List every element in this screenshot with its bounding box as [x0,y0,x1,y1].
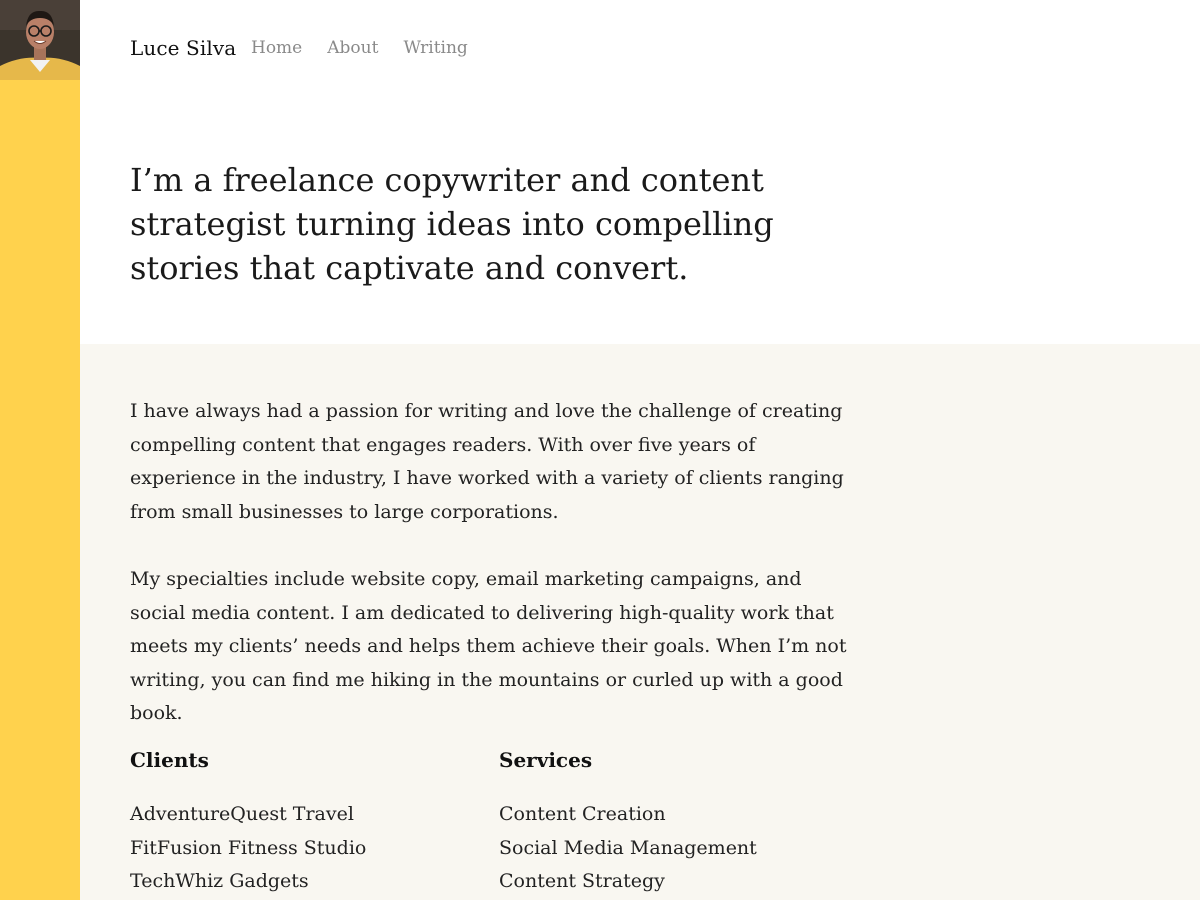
nav-link-writing[interactable]: Writing [403,38,467,58]
services-heading: Services [499,748,593,772]
about-paragraph-1: I have always had a passion for writing … [130,400,844,523]
nav-link-about[interactable]: About [327,38,378,58]
clients-heading: Clients [130,748,209,772]
site-brand-link[interactable]: Luce Silva [130,36,236,60]
nav-link-home[interactable]: Home [251,38,302,58]
list-item: AdventureQuest Travel [130,803,354,825]
avatar[interactable] [0,0,80,80]
about-paragraph-2: My specialties include website copy, ema… [130,568,847,724]
clients-column: Clients AdventureQuest Travel FitFusion … [130,744,460,899]
about-section: I have always had a passion for writing … [80,344,1200,900]
hero-headline: I’m a freelance copywriter and content s… [130,161,774,287]
side-rail [0,0,80,900]
site-header: Luce Silva Home About Writing [80,0,1200,98]
profile-photo-icon [0,0,80,80]
list-item: Content Creation [499,803,666,825]
page: Luce Silva Home About Writing I’m a free… [0,0,1200,900]
services-list: Content Creation Social Media Management… [499,798,829,899]
clients-list: AdventureQuest Travel FitFusion Fitness … [130,798,460,899]
list-item: FitFusion Fitness Studio [130,836,367,859]
services-column: Services Content Creation Social Media M… [499,744,829,899]
list-item: Social Media Management [499,836,757,859]
hero-section: I’m a freelance copywriter and content s… [80,98,1200,344]
list-item: Content Strategy [499,870,665,892]
list-item: TechWhiz Gadgets [130,870,309,892]
main-nav: Home About Writing [251,38,468,58]
